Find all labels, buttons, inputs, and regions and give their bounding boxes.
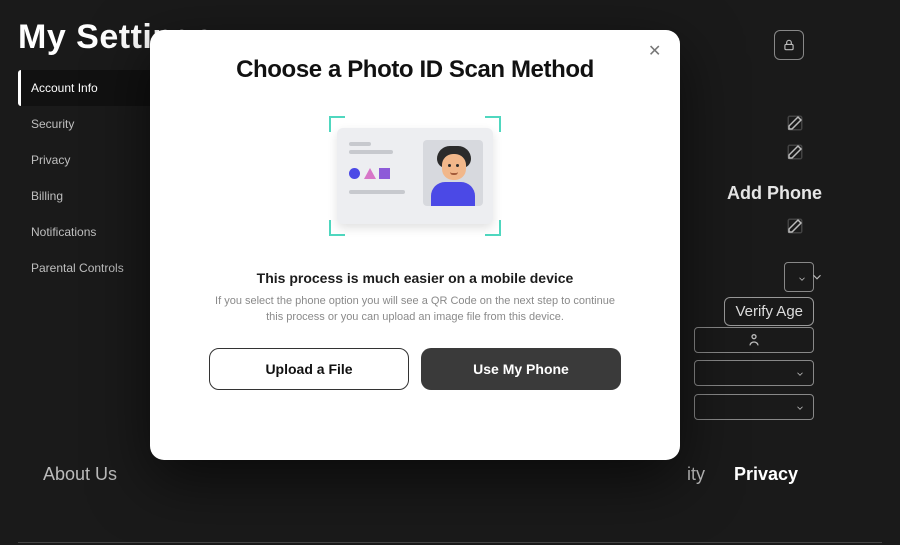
chevron-down-icon[interactable] [810, 270, 824, 284]
add-phone-button[interactable]: Add Phone [727, 183, 822, 204]
dropdown[interactable] [694, 360, 814, 386]
edit-button[interactable] [786, 217, 804, 235]
sidebar-item-parental-controls[interactable]: Parental Controls [18, 250, 168, 286]
close-button[interactable]: ✕ [648, 44, 666, 62]
sidebar-item-label: Security [31, 117, 74, 131]
use-my-phone-button[interactable]: Use My Phone [421, 348, 621, 390]
gender-select[interactable] [694, 327, 814, 353]
footer-divider [18, 542, 882, 543]
sidebar-item-privacy[interactable]: Privacy [18, 142, 168, 178]
chevron-down-icon [797, 274, 807, 284]
dropdown[interactable] [694, 394, 814, 420]
edit-button[interactable] [786, 114, 804, 132]
sidebar-item-label: Privacy [31, 153, 70, 167]
lock-icon [782, 38, 796, 52]
verify-age-button[interactable]: Verify Age [724, 297, 814, 326]
square-shape-icon [379, 168, 390, 179]
chevron-down-icon [795, 403, 805, 413]
circle-shape-icon [349, 168, 360, 179]
footer-link-partial[interactable]: ity [687, 464, 705, 485]
sidebar-item-billing[interactable]: Billing [18, 178, 168, 214]
sidebar-item-label: Billing [31, 189, 63, 203]
edit-icon [786, 217, 804, 235]
close-icon: ✕ [648, 43, 661, 60]
sidebar-item-notifications[interactable]: Notifications [18, 214, 168, 250]
edit-icon [786, 143, 804, 161]
upload-file-button[interactable]: Upload a File [209, 348, 409, 390]
sidebar-item-label: Notifications [31, 225, 96, 239]
id-card-illustration [329, 116, 501, 236]
lock-button[interactable] [774, 30, 804, 60]
portrait-icon [423, 140, 483, 206]
footer-link-privacy[interactable]: Privacy [734, 464, 798, 485]
sidebar-item-security[interactable]: Security [18, 106, 168, 142]
id-card [337, 128, 493, 224]
modal-help-text: If you select the phone option you will … [215, 294, 615, 326]
footer-link-about[interactable]: About Us [43, 464, 117, 485]
sidebar-item-label: Parental Controls [31, 261, 124, 275]
edit-button[interactable] [786, 143, 804, 161]
sidebar: Account Info Security Privacy Billing No… [18, 70, 168, 286]
modal-subtitle: This process is much easier on a mobile … [257, 270, 574, 286]
modal-title: Choose a Photo ID Scan Method [236, 56, 594, 84]
triangle-shape-icon [364, 168, 376, 179]
photo-id-modal: ✕ Choose a Photo ID Scan Method [150, 30, 680, 460]
sidebar-item-account-info[interactable]: Account Info [18, 70, 168, 106]
edit-icon [786, 114, 804, 132]
chevron-down-icon [795, 369, 805, 379]
sidebar-item-label: Account Info [31, 81, 98, 95]
person-icon [746, 332, 762, 348]
